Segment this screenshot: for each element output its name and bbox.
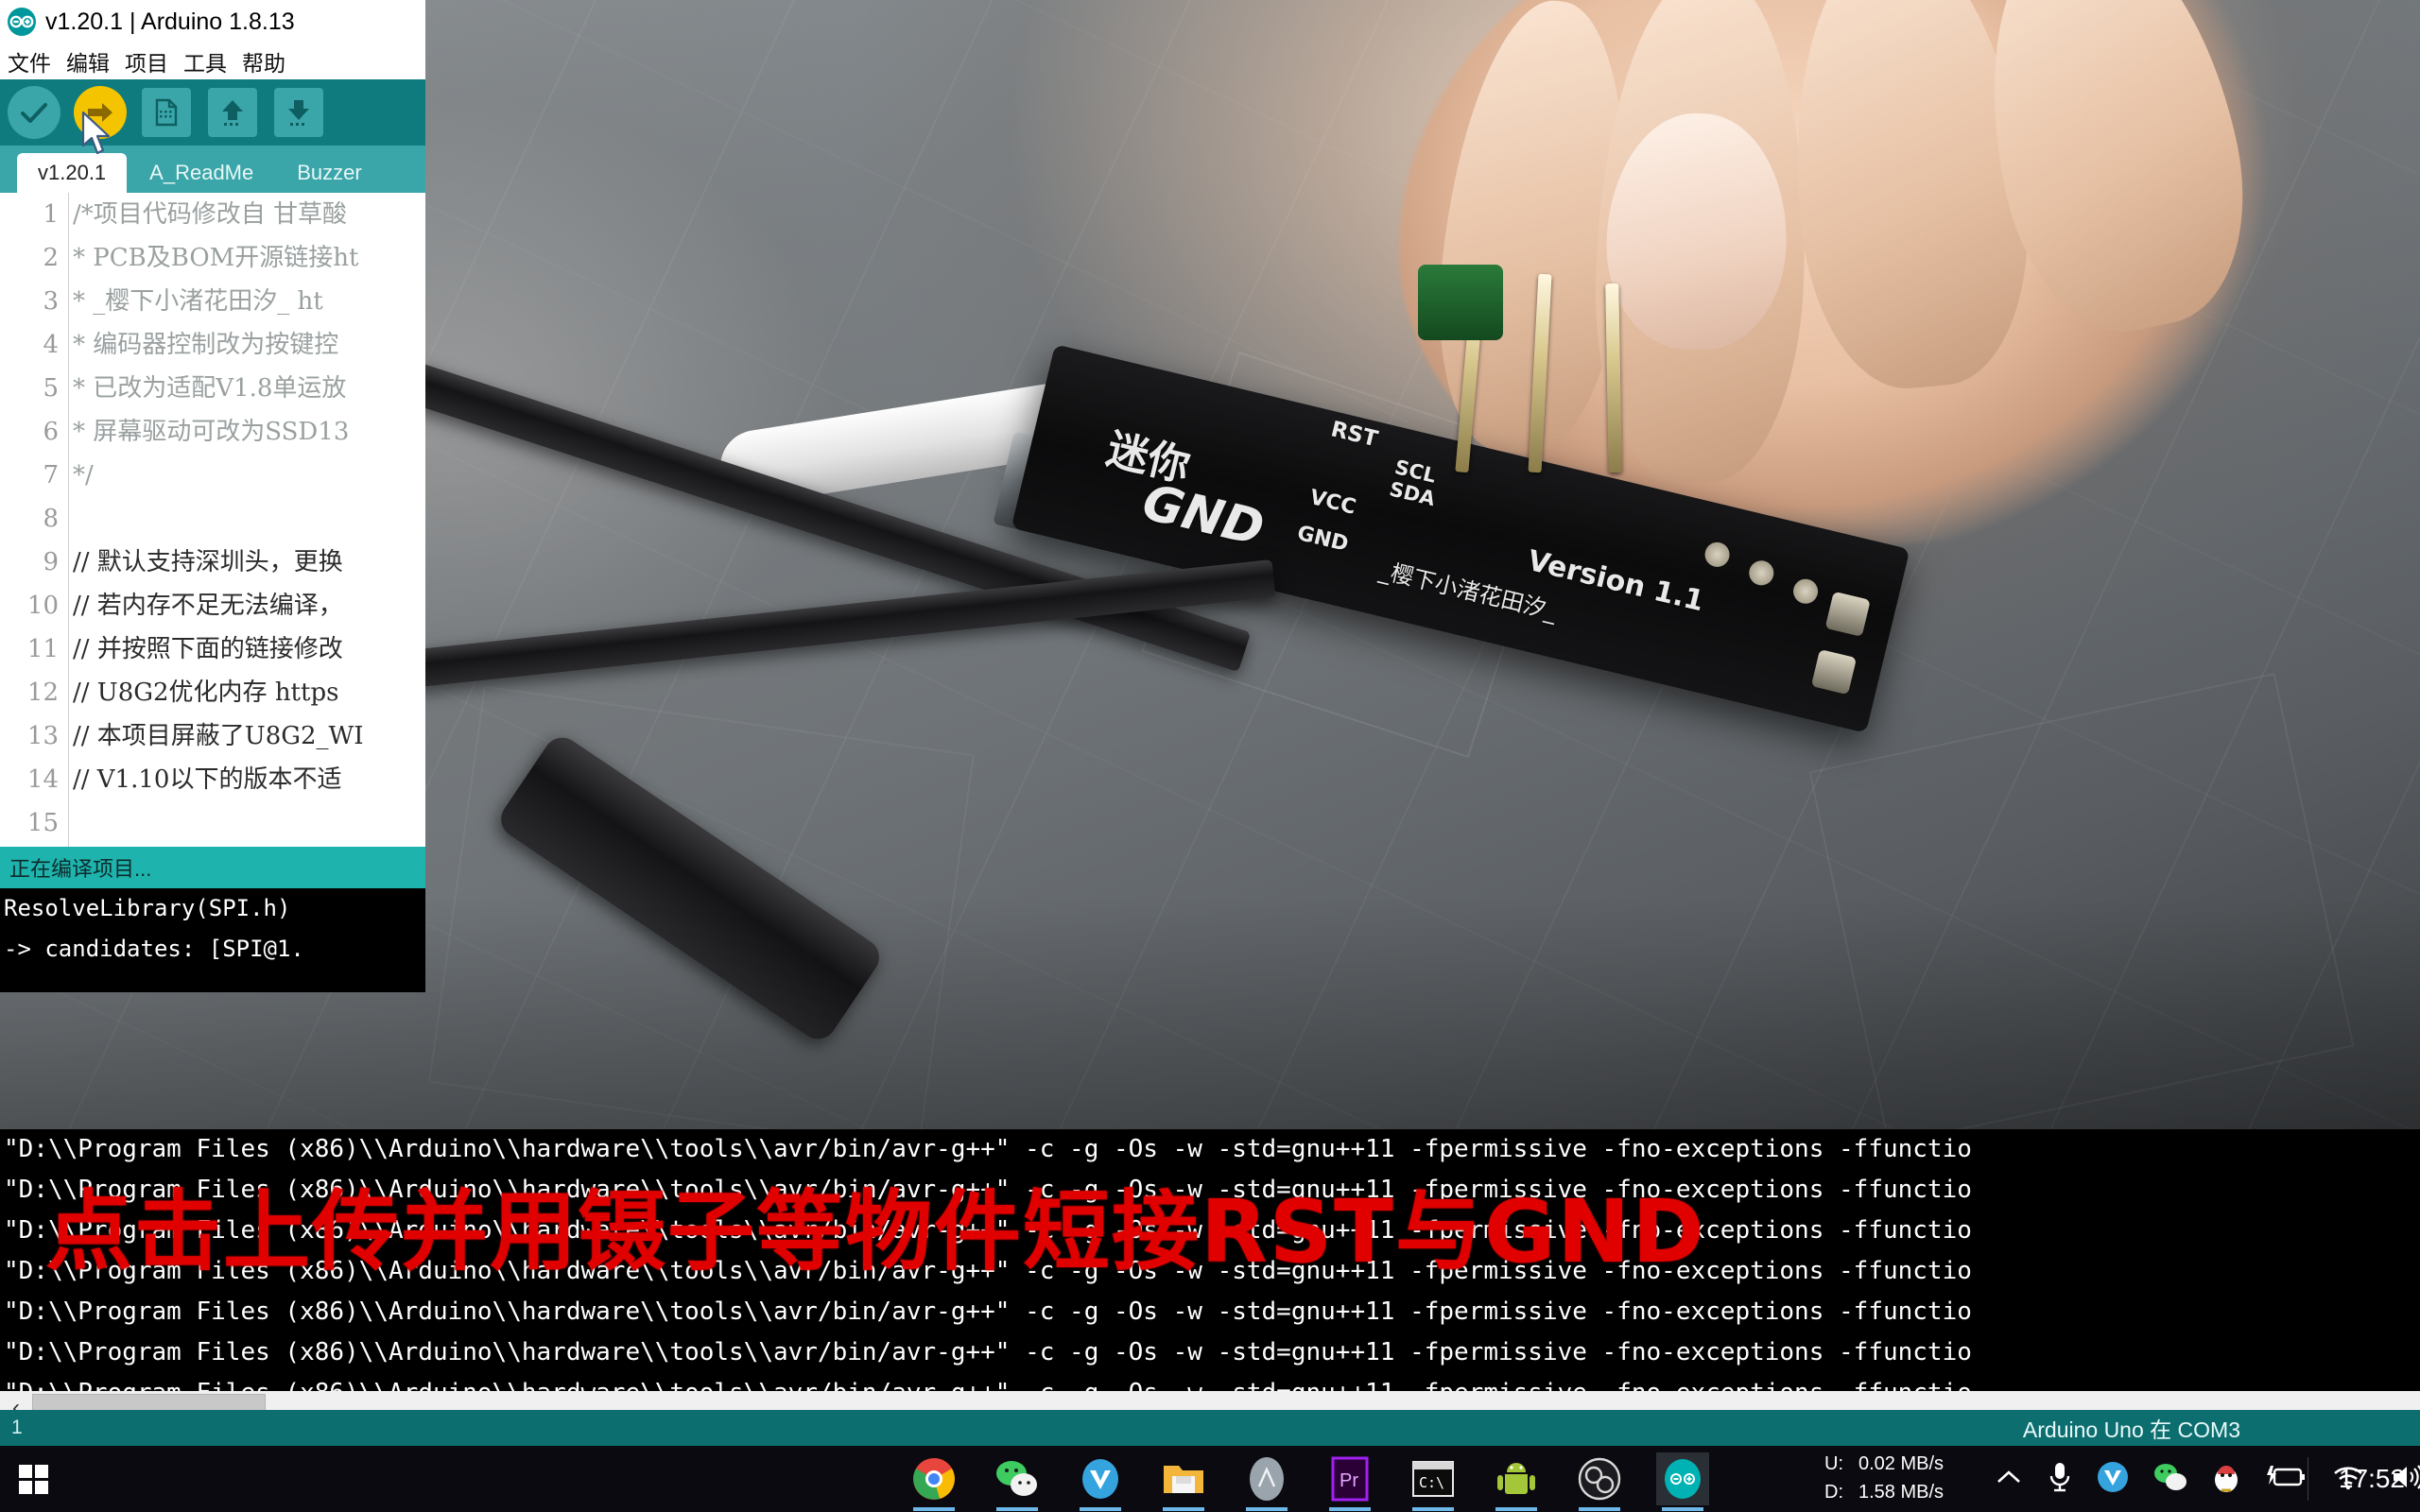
down-arrow-icon [274,88,323,137]
line-number: 2 [43,244,59,272]
checkmark-icon [8,86,60,139]
tab-a-readme[interactable]: A_ReadMe [129,153,274,193]
new-file-icon [142,88,191,137]
ide-status-bar: 1 Arduino Uno 在 COM3 [0,1410,2420,1446]
window-title: v1.20.1 | Arduino 1.8.13 [45,8,295,35]
screen: 迷你 GND RST SCL SDA VCC GND Version 1.1 _… [0,0,2420,1512]
code-line: * 编码器控制改为按键控 [73,331,339,359]
line-number: 1 [43,200,59,229]
arduino-icon[interactable] [1656,1452,1709,1511]
code-line: // 若内存不足无法编译， [73,592,343,620]
compile-status-message: 正在编译项目... [0,847,425,888]
line-number: 14 [26,765,59,794]
v2ray-tray-icon[interactable] [2097,1461,2129,1498]
tab-buzzer[interactable]: Buzzer [276,153,382,193]
up-arrow-icon [208,88,257,137]
upload-speed-label: U: [1824,1453,1843,1474]
cmd-icon[interactable]: C:\ [1407,1452,1460,1511]
menu-sketch[interactable]: 项目 [125,45,168,77]
premiere-icon[interactable]: Pr [1323,1452,1376,1511]
console-panel-left[interactable]: ResolveLibrary(SPI.h) -> candidates: [SP… [0,888,425,992]
chrome-icon[interactable] [908,1452,960,1511]
line-number: 8 [43,505,59,533]
menu-tools[interactable]: 工具 [183,45,227,77]
microphone-icon[interactable] [2048,1461,2072,1498]
sketch-tabs: v1.20.1 A_ReadMe Buzzer [0,146,425,193]
taskbar-app-buttons: Pr C:\ [908,1446,1709,1512]
line-number: 11 [26,635,59,663]
open-sketch-button[interactable] [204,86,261,139]
line-number: 6 [43,418,59,446]
altium-icon[interactable] [1240,1452,1293,1511]
code-line: // 并按照下面的链接修改 [73,635,343,663]
console-line: ResolveLibrary(SPI.h) [4,895,291,921]
obs-icon[interactable] [1573,1452,1626,1511]
code-line: /*项目代码修改自 甘草酸 [73,200,348,229]
line-number-gutter: 1 2 3 4 5 6 7 8 9 10 11 12 13 14 15 16 1… [0,193,69,847]
console-line: "D:\\Program Files (x86)\\Arduino\\hardw… [4,1297,1972,1326]
android-studio-icon[interactable] [1490,1452,1543,1511]
code-line: */ [73,461,94,490]
toolbar [0,79,425,146]
menu-file[interactable]: 文件 [8,45,51,77]
line-number: 12 [26,679,59,707]
upload-speed-value: 0.02 MB/s [1858,1453,1945,1474]
line-number: 16 [0,845,68,847]
chevron-up-icon[interactable] [1995,1468,2023,1491]
code-line: // 默认支持深圳头，更换 [73,548,343,576]
code-line: // V1.10以下的版本不适 [73,765,342,794]
console-line: "D:\\Program Files (x86)\\Arduino\\hardw… [4,1338,1972,1366]
wechat-tray-icon[interactable] [2153,1462,2187,1497]
code-line: * 已改为适配V1.8单运放 [73,374,347,403]
battery-charging-icon[interactable] [2265,1464,2307,1495]
code-editor[interactable]: 1 2 3 4 5 6 7 8 9 10 11 12 13 14 15 16 1… [0,193,425,847]
menu-bar: 文件 编辑 项目 工具 帮助 [0,43,425,79]
line-number: 9 [43,548,59,576]
tab-v1201[interactable]: v1.20.1 [17,153,128,193]
svg-text:Pr: Pr [1340,1470,1358,1491]
new-sketch-button[interactable] [138,86,195,139]
v2ray-icon[interactable] [1074,1452,1127,1511]
save-sketch-button[interactable] [270,86,327,139]
wechat-icon[interactable] [991,1452,1044,1511]
line-number: 15 [26,809,59,837]
verify-button[interactable] [6,86,62,139]
mouse-cursor [81,111,113,155]
download-speed-value: 1.58 MB/s [1858,1482,1945,1503]
red-annotation-text: 点击上传并用镊子等物件短接RST与GND [45,1181,1706,1282]
code-text-area[interactable]: /*项目代码修改自 甘草酸 * PCB及BOM开源链接ht * _樱下小渚花田汐… [69,193,425,847]
line-number: 5 [43,374,59,403]
code-line: * PCB及BOM开源链接ht [73,244,359,272]
line-number: 7 [43,461,59,490]
board-port-indicator: Arduino Uno 在 COM3 [2022,1418,2240,1442]
code-line-link[interactable]: // U8G2优化内存 https [69,671,425,714]
console-line: "D:\\Program Files (x86)\\Arduino\\hardw… [4,1135,1972,1163]
console-line: -> candidates: [SPI@1. [4,936,304,962]
windows-start-icon[interactable] [0,1446,68,1512]
download-speed-label: D: [1824,1482,1843,1503]
code-line: * _樱下小渚花田汐_ ht [73,287,323,316]
line-number: 4 [43,331,59,359]
qq-tray-icon[interactable] [2212,1461,2240,1498]
network-speed-indicator[interactable]: U: D: 0.02 MB/s 1.58 MB/s [1824,1450,1944,1506]
line-number: 13 [26,722,59,750]
file-explorer-icon[interactable] [1157,1452,1210,1511]
menu-edit[interactable]: 编辑 [66,45,110,77]
arduino-logo-icon [8,8,36,36]
code-line: // 本项目屏蔽了U8G2_WI [73,722,364,750]
svg-text:C:\: C:\ [1419,1474,1444,1491]
line-number: 10 [26,592,59,620]
code-line: * 屏幕驱动可改为SSD13 [73,418,350,446]
taskbar-clock[interactable]: 17:52 [2339,1446,2405,1512]
title-bar: v1.20.1 | Arduino 1.8.13 [0,0,425,43]
line-number: 3 [43,287,59,316]
cursor-line-indicator: 1 [11,1417,23,1438]
menu-help[interactable]: 帮助 [242,45,285,77]
